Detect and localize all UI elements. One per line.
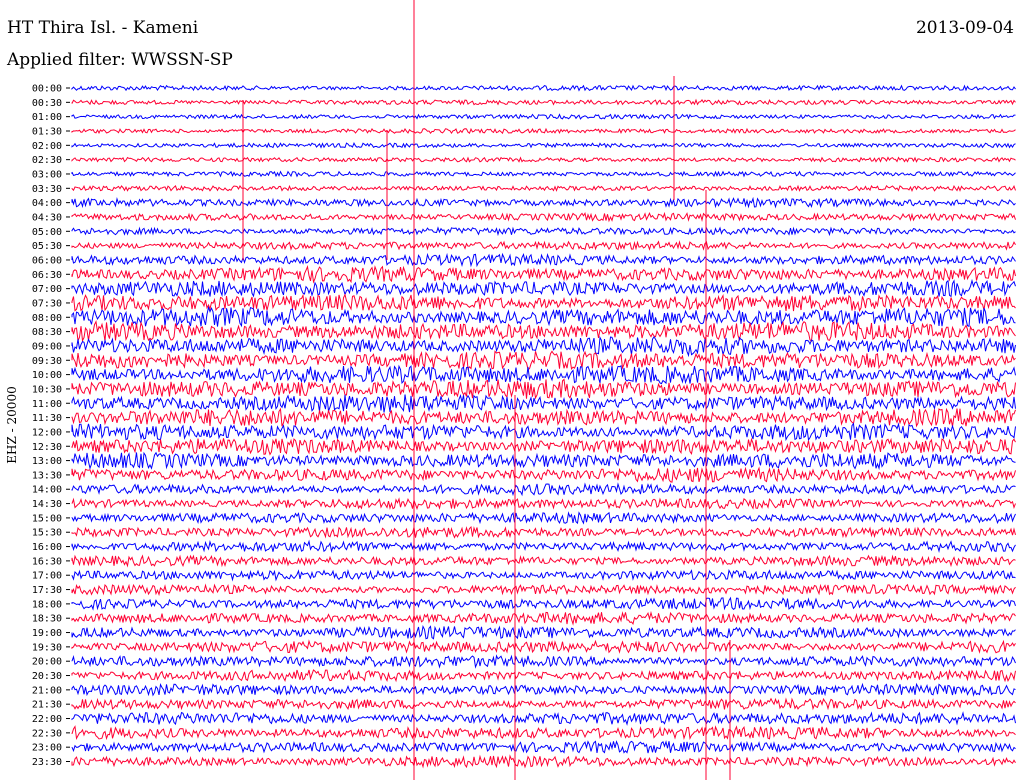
- time-tick-label: 08:30: [32, 327, 62, 338]
- trace-line: [71, 265, 1016, 284]
- time-tick-label: 14:00: [32, 485, 62, 496]
- trace-line: [71, 293, 1016, 313]
- time-tick-label: 22:30: [32, 728, 62, 739]
- trace-line: [71, 305, 1016, 328]
- trace-line: [71, 422, 1016, 442]
- time-tick-label: 01:30: [32, 126, 62, 137]
- time-tick-label: 11:30: [32, 413, 62, 424]
- trace-line: [71, 740, 1016, 754]
- trace-line: [71, 539, 1016, 553]
- time-tick-label: 19:00: [32, 628, 62, 639]
- time-tick-label: 15:00: [32, 513, 62, 524]
- trace-line: [71, 497, 1016, 511]
- time-tick-label: 04:30: [32, 212, 62, 223]
- trace-line: [71, 84, 1016, 92]
- time-tick-label: 13:00: [32, 456, 62, 467]
- time-tick-label: 08:00: [32, 313, 62, 324]
- trace-line: [71, 525, 1016, 539]
- time-tick-label: 09:00: [32, 341, 62, 352]
- trace-line: [71, 711, 1016, 726]
- trace-line: [71, 466, 1016, 483]
- trace-line: [71, 682, 1016, 697]
- trace-line: [71, 697, 1016, 711]
- time-tick-group: 00:00 00:30 01:00 01:30 02:00 02:30 03:00 03:30…: [32, 84, 70, 768]
- trace-line: [71, 451, 1016, 471]
- time-tick-label: 20:00: [32, 657, 62, 668]
- trace-line: [71, 184, 1016, 192]
- time-tick-label: 11:00: [32, 399, 62, 410]
- trace-line: [71, 196, 1016, 209]
- time-tick-label: 19:30: [32, 642, 62, 653]
- trace-line: [71, 142, 1016, 149]
- trace-line: [71, 654, 1016, 669]
- trace-line: [71, 482, 1016, 497]
- time-tick-label: 20:30: [32, 671, 62, 682]
- trace-line: [71, 278, 1016, 298]
- time-tick-label: 04:00: [32, 198, 62, 209]
- trace-line: [71, 335, 1016, 358]
- seismogram-plot: 00:00 00:30 01:00 01:30 02:00 02:30 03:00 03:30…: [32, 0, 1016, 780]
- time-tick-label: 00:00: [32, 84, 62, 95]
- time-tick-label: 10:30: [32, 384, 62, 395]
- time-tick-label: 17:00: [32, 571, 62, 582]
- time-tick-label: 21:00: [32, 685, 62, 696]
- trace-line: [71, 554, 1016, 568]
- trace-line: [71, 350, 1016, 371]
- time-tick-label: 00:30: [32, 98, 62, 109]
- time-tick-label: 05:30: [32, 241, 62, 252]
- trace-line: [71, 127, 1016, 135]
- time-tick-label: 09:30: [32, 356, 62, 367]
- time-tick-label: 01:00: [32, 112, 62, 123]
- time-tick-label: 16:00: [32, 542, 62, 553]
- trace-line: [71, 639, 1016, 655]
- trace-line: [71, 320, 1016, 343]
- time-tick-label: 03:00: [32, 169, 62, 180]
- trace-line: [71, 725, 1016, 741]
- time-tick-label: 06:00: [32, 255, 62, 266]
- time-tick-label: 17:30: [32, 585, 62, 596]
- time-tick-label: 07:30: [32, 298, 62, 309]
- trace-line: [71, 113, 1016, 120]
- trace-line: [71, 624, 1016, 640]
- time-tick-label: 12:30: [32, 442, 62, 453]
- trace-line: [71, 252, 1016, 268]
- time-tick-label: 13:30: [32, 470, 62, 481]
- time-tick-label: 05:00: [32, 227, 62, 238]
- time-tick-label: 02:30: [32, 155, 62, 166]
- time-tick-label: 23:30: [32, 757, 62, 768]
- time-tick-label: 07:00: [32, 284, 62, 295]
- time-tick-label: 12:00: [32, 427, 62, 438]
- trace-line: [71, 378, 1016, 400]
- trace-line: [71, 393, 1016, 413]
- time-tick-label: 03:30: [32, 184, 62, 195]
- trace-line: [71, 98, 1016, 106]
- trace-line: [71, 156, 1016, 163]
- trace-group: [71, 84, 1016, 769]
- trace-line: [71, 437, 1016, 456]
- time-tick-label: 10:00: [32, 370, 62, 381]
- time-tick-label: 02:00: [32, 141, 62, 152]
- trace-line: [71, 211, 1016, 223]
- trace-line: [71, 568, 1016, 582]
- trace-line: [71, 170, 1016, 178]
- time-tick-label: 21:30: [32, 700, 62, 711]
- time-tick-label: 16:30: [32, 556, 62, 567]
- time-tick-label: 22:00: [32, 714, 62, 725]
- trace-line: [71, 583, 1016, 597]
- trace-line: [71, 511, 1016, 525]
- time-tick-label: 14:30: [32, 499, 62, 510]
- time-tick-label: 18:00: [32, 599, 62, 610]
- trace-line: [71, 596, 1016, 611]
- trace-line: [71, 754, 1016, 769]
- time-tick-label: 23:00: [32, 743, 62, 754]
- trace-line: [71, 407, 1016, 428]
- time-tick-label: 06:30: [32, 270, 62, 281]
- trace-line: [71, 610, 1016, 626]
- time-tick-label: 18:30: [32, 614, 62, 625]
- trace-line: [71, 668, 1016, 683]
- time-tick-label: 15:30: [32, 528, 62, 539]
- trace-line: [71, 226, 1016, 237]
- trace-line: [71, 240, 1016, 251]
- trace-line: [71, 364, 1016, 385]
